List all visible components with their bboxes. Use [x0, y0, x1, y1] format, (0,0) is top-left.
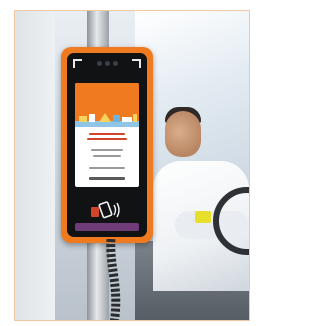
- photo-frame: [14, 10, 250, 321]
- shoulder-patch: [195, 211, 211, 223]
- screen-text-line: [89, 133, 125, 135]
- ticket-validator: [61, 47, 153, 243]
- validator-face: [67, 53, 147, 237]
- screen-text-line: [89, 167, 125, 169]
- validator-mount-tube: [106, 239, 121, 320]
- driver-head: [165, 111, 201, 157]
- screen-banner: [75, 83, 139, 127]
- bus-interior: [15, 11, 249, 320]
- camera-icon: [97, 61, 102, 66]
- corner-mark-top-left: [73, 59, 82, 68]
- screen-text-line: [87, 138, 127, 140]
- screen-phone-number: [89, 177, 125, 180]
- screen-text-line: [93, 155, 121, 157]
- camera-icon: [105, 61, 110, 66]
- camera-icon: [113, 61, 118, 66]
- card-tap-icon: [75, 223, 139, 231]
- contactless-payment-icon: [91, 201, 120, 219]
- validator-screen: [75, 83, 139, 187]
- photo: [0, 0, 262, 326]
- corner-mark-top-right: [132, 59, 141, 68]
- screen-text-line: [91, 149, 123, 151]
- bus-wall: [15, 11, 55, 320]
- city-skyline-illustration: [75, 113, 139, 127]
